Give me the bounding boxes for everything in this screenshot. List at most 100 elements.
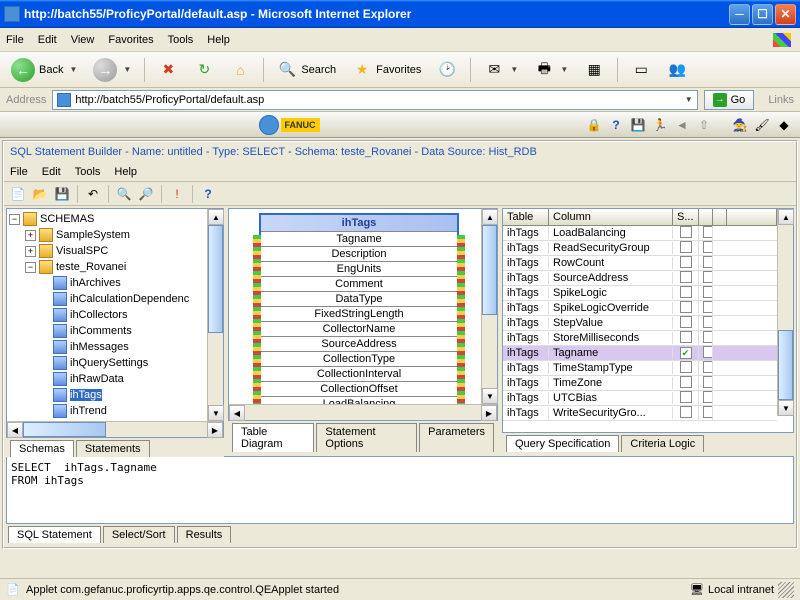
grid-cell-checkbox[interactable] (699, 361, 713, 376)
close-button[interactable]: ✕ (775, 4, 796, 25)
grid-header-column[interactable]: Column (549, 209, 673, 225)
grid-row[interactable]: ihTagsRowCount (503, 256, 777, 271)
edit-button[interactable]: ▦ (577, 56, 611, 84)
tree-table[interactable]: ihArchives (9, 275, 207, 291)
tree-table[interactable]: ihTags (9, 387, 207, 403)
grid-row[interactable]: ihTagsSpikeLogicOverride (503, 301, 777, 316)
grid-header-table[interactable]: Table (503, 209, 549, 225)
vertical-scrollbar[interactable]: ▲ ▼ (481, 209, 497, 404)
search-button[interactable]: 🔍Search (270, 56, 343, 84)
scroll-left-icon[interactable]: ◀ (7, 422, 23, 438)
grid-cell-checkbox[interactable] (699, 406, 713, 421)
grid-cell-checkbox[interactable] (673, 226, 699, 241)
fill-icon[interactable]: ◆ (776, 117, 792, 133)
stop-button[interactable]: ✖ (151, 56, 185, 84)
grid-cell-checkbox[interactable] (673, 406, 699, 421)
tree-table[interactable]: ihCalculationDependenc (9, 291, 207, 307)
back-button[interactable]: ←Back▼ (4, 56, 84, 84)
forward-button[interactable]: →▼ (86, 56, 138, 84)
table-diagram[interactable]: ihTags TagnameDescriptionEngUnitsComment… (229, 209, 497, 404)
diagram-column[interactable]: EngUnits (261, 262, 457, 277)
scroll-down-icon[interactable]: ▼ (482, 388, 498, 404)
help-icon[interactable]: ? (198, 184, 218, 204)
column-grid[interactable]: Table Column S... ihTagsLoadBalancingihT… (503, 209, 777, 432)
tab-criteria-logic[interactable]: Criteria Logic (621, 435, 704, 452)
menu-help[interactable]: Help (207, 34, 230, 46)
grid-header-blank1[interactable] (699, 209, 713, 225)
minimize-button[interactable]: ─ (729, 4, 750, 25)
sql-statement-output[interactable]: SELECT ihTags.Tagname FROM ihTags (6, 456, 794, 524)
zoom-out-icon[interactable]: 🔎 (136, 184, 156, 204)
grid-cell-checkbox[interactable] (673, 316, 699, 331)
grid-cell-checkbox[interactable] (699, 301, 713, 316)
grid-cell-checkbox[interactable] (673, 301, 699, 316)
grid-row[interactable]: ihTagsReadSecurityGroup (503, 241, 777, 256)
save-icon[interactable]: 💾 (52, 184, 72, 204)
grid-cell-checkbox[interactable] (699, 391, 713, 406)
grid-header-blank2[interactable] (713, 209, 727, 225)
grid-row[interactable]: ihTagsTagname✔ (503, 346, 777, 361)
tree-root[interactable]: −SCHEMAS (9, 211, 207, 227)
open-icon[interactable]: 📂 (30, 184, 50, 204)
discuss-button[interactable]: ▭ (624, 56, 658, 84)
grid-cell-checkbox[interactable] (673, 241, 699, 256)
diagram-column[interactable]: Description (261, 247, 457, 262)
grid-cell-checkbox[interactable] (699, 316, 713, 331)
wizard-icon[interactable]: 🧙 (732, 117, 748, 133)
grid-cell-checkbox[interactable] (673, 271, 699, 286)
scroll-right-icon[interactable]: ▶ (207, 422, 223, 438)
save-icon[interactable]: 💾 (630, 117, 646, 133)
grid-row[interactable]: ihTagsStepValue (503, 316, 777, 331)
tree-schema[interactable]: +VisualSPC (9, 243, 207, 259)
run-icon[interactable]: 🏃 (652, 117, 668, 133)
refresh-button[interactable]: ↻ (187, 56, 221, 84)
scroll-up-icon[interactable]: ▲ (778, 209, 794, 225)
tab-statement-options[interactable]: Statement Options (316, 423, 417, 452)
messenger-button[interactable]: 👥 (660, 56, 694, 84)
lock-icon[interactable]: 🔒 (586, 117, 602, 133)
tree-table[interactable]: ihQuerySettings (9, 355, 207, 371)
tab-statements[interactable]: Statements (76, 440, 150, 457)
grid-cell-checkbox[interactable] (699, 256, 713, 271)
grid-row[interactable]: ihTagsTimeStampType (503, 361, 777, 376)
diagram-column[interactable]: CollectorName (261, 322, 457, 337)
undo-icon[interactable]: ↶ (83, 184, 103, 204)
schema-tree[interactable]: −SCHEMAS+SampleSystem+VisualSPC−teste_Ro… (7, 209, 223, 421)
new-icon[interactable]: 📄 (8, 184, 28, 204)
home-button[interactable]: ⌂ (223, 56, 257, 84)
nav-up-icon[interactable]: ⇧ (696, 117, 712, 133)
tree-table[interactable]: ihMessages (9, 339, 207, 355)
help-icon[interactable]: ? (608, 117, 624, 133)
grid-row[interactable]: ihTagsWriteSecurityGro... (503, 406, 777, 421)
menu-favorites[interactable]: Favorites (108, 34, 153, 46)
diagram-column[interactable]: CollectionOffset (261, 382, 457, 397)
diagram-column[interactable]: CollectionInterval (261, 367, 457, 382)
grid-cell-checkbox[interactable] (673, 391, 699, 406)
grid-header-blank3[interactable] (727, 209, 777, 225)
tab-results[interactable]: Results (177, 526, 232, 543)
sql-menu-tools[interactable]: Tools (75, 166, 101, 178)
grid-row[interactable]: ihTagsUTCBias (503, 391, 777, 406)
links-label[interactable]: Links (768, 94, 794, 106)
grid-row[interactable]: ihTagsSourceAddress (503, 271, 777, 286)
grid-cell-checkbox[interactable] (699, 241, 713, 256)
menu-tools[interactable]: Tools (168, 34, 194, 46)
address-input[interactable]: http://batch55/ProficyPortal/default.asp… (52, 90, 697, 110)
diagram-table-ihtags[interactable]: ihTags TagnameDescriptionEngUnitsComment… (259, 213, 459, 404)
grid-cell-checkbox[interactable] (673, 376, 699, 391)
grid-cell-checkbox[interactable] (673, 256, 699, 271)
grid-row[interactable]: ihTagsStoreMilliseconds (503, 331, 777, 346)
grid-cell-checkbox[interactable] (699, 376, 713, 391)
paint-icon[interactable]: 🖌 (754, 117, 770, 133)
horizontal-scrollbar[interactable]: ◀ ▶ (229, 404, 497, 420)
history-button[interactable]: 🕑 (430, 56, 464, 84)
grid-cell-checkbox[interactable] (673, 361, 699, 376)
grid-cell-checkbox[interactable]: ✔ (673, 347, 699, 360)
scroll-up-icon[interactable]: ▲ (482, 209, 498, 225)
diagram-title[interactable]: ihTags (261, 215, 457, 232)
grid-cell-checkbox[interactable] (699, 286, 713, 301)
sql-menu-help[interactable]: Help (114, 166, 137, 178)
vertical-scrollbar[interactable]: ▲ ▼ (207, 209, 223, 421)
grid-cell-checkbox[interactable] (699, 271, 713, 286)
sql-menu-edit[interactable]: Edit (42, 166, 61, 178)
